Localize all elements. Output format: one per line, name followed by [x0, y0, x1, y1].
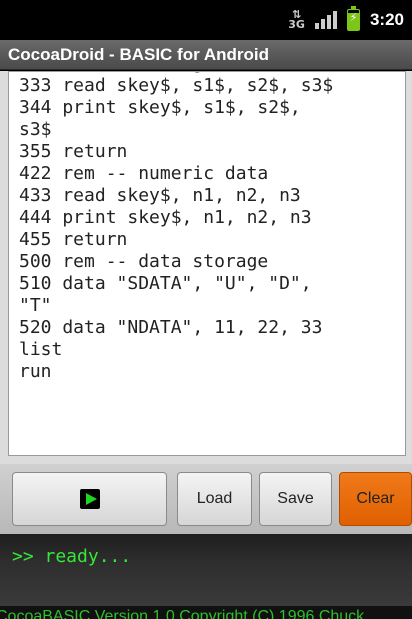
status-bar: ⇅3G 3:20 — [0, 0, 412, 40]
status-clock: 3:20 — [369, 10, 404, 29]
run-button[interactable] — [12, 472, 167, 526]
console-output: >> ready... — [0, 534, 412, 606]
program-text[interactable]: 322 rem -- string data 333 read skey$, s… — [19, 72, 399, 383]
button-bar: Load Save Clear — [0, 464, 412, 534]
clear-button[interactable]: Clear — [339, 472, 412, 526]
network-type-icon: ⇅ 3G — [288, 8, 305, 31]
version-footer: CocoaBASIC Version 1.0 Copyright (C) 199… — [0, 606, 412, 619]
load-button[interactable]: Load — [177, 472, 252, 526]
footer-text: CocoaBASIC Version 1.0 Copyright (C) 199… — [0, 608, 365, 619]
console-text: >> ready... — [12, 546, 132, 567]
save-button[interactable]: Save — [259, 472, 332, 526]
play-icon — [79, 489, 100, 509]
network-type-label: 3G — [288, 18, 305, 31]
app-title-bar: CocoaDroid - BASIC for Android — [0, 40, 412, 70]
signal-strength-icon — [314, 11, 337, 29]
program-editor[interactable]: 322 rem -- string data 333 read skey$, s… — [8, 71, 406, 456]
battery-charging-icon — [346, 6, 360, 31]
app-title: CocoaDroid - BASIC for Android — [8, 45, 269, 64]
editor-area: 322 rem -- string data 333 read skey$, s… — [0, 71, 412, 464]
status-icons: ⇅3G 3:20 — [288, 0, 412, 40]
